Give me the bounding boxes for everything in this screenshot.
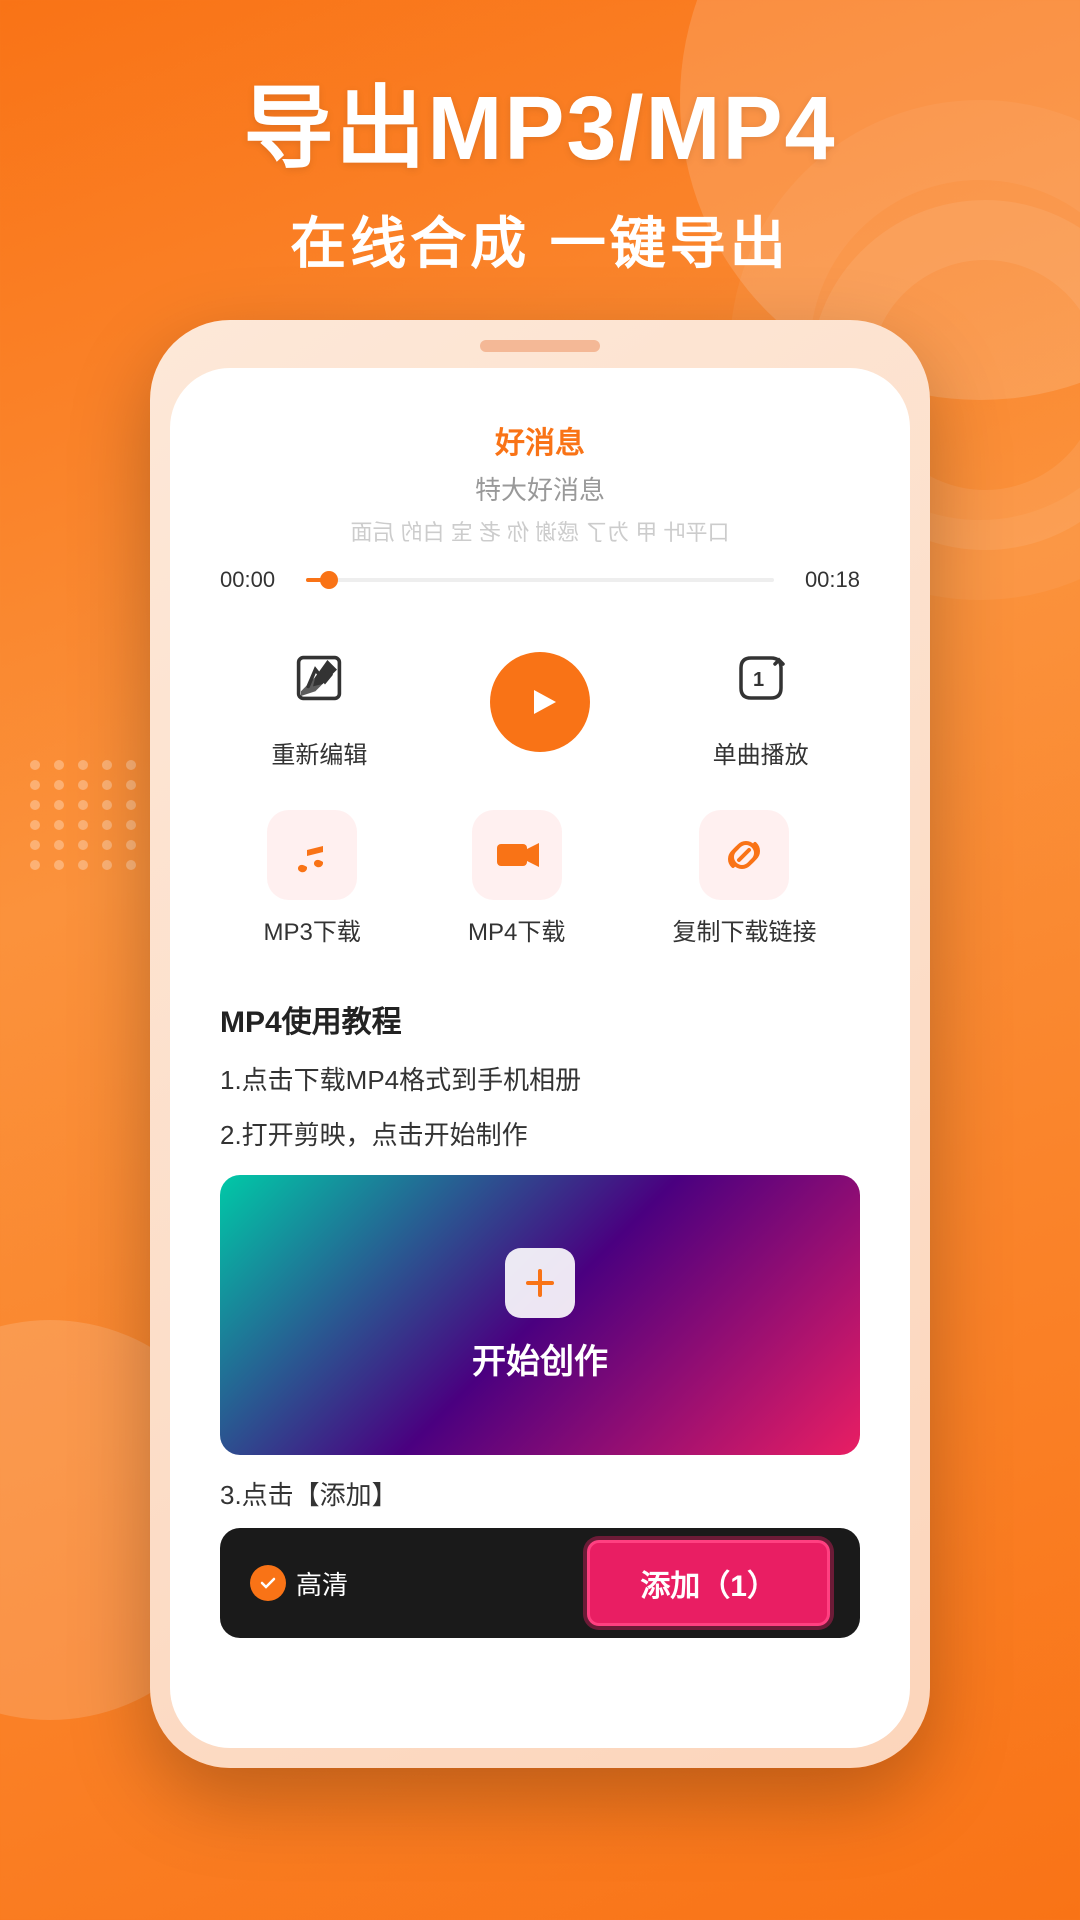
- single-play-action[interactable]: 1 单曲播放: [713, 633, 809, 770]
- copy-link[interactable]: 复制下载链接: [672, 810, 816, 947]
- edit-label: 重新编辑: [271, 735, 367, 770]
- time-end: 00:18: [790, 567, 860, 593]
- copy-link-label: 复制下载链接: [672, 912, 816, 947]
- mp4-icon-bg: [472, 810, 562, 900]
- hd-label: 高清: [296, 1565, 348, 1602]
- tutorial-step-2: 2.打开剪映，点击开始制作: [220, 1116, 860, 1155]
- time-start: 00:00: [220, 567, 290, 593]
- screen-content: 好消息 特大好消息 口平叶 甲 为了 感谢 你 老 宝 白的 后面 00:00 …: [170, 368, 910, 1668]
- phone-screen: 好消息 特大好消息 口平叶 甲 为了 感谢 你 老 宝 白的 后面 00:00 …: [170, 368, 910, 1748]
- download-row: MP3下载 MP4下载: [210, 810, 870, 947]
- mp4-download-label: MP4下载: [468, 912, 565, 947]
- video-thumbnail[interactable]: 开始创作: [220, 1175, 860, 1455]
- mp3-icon-bg: [267, 810, 357, 900]
- music-icon: [287, 830, 337, 880]
- mp3-download-label: MP3下载: [264, 912, 361, 947]
- main-title: 导出MP3/MP4: [60, 80, 1020, 179]
- tutorial-section: MP4使用教程 1.点击下载MP4格式到手机相册 2.打开剪映，点击开始制作 开…: [210, 997, 870, 1638]
- phone-mockup: 好消息 特大好消息 口平叶 甲 为了 感谢 你 老 宝 白的 后面 00:00 …: [150, 320, 930, 1768]
- link-icon: [719, 830, 769, 880]
- svg-text:1: 1: [753, 669, 764, 691]
- play-icon: [518, 680, 562, 724]
- video-create-label: 开始创作: [472, 1334, 608, 1383]
- hd-badge: 高清: [250, 1565, 348, 1602]
- progress-dot: [320, 571, 338, 589]
- progress-track[interactable]: [306, 578, 774, 582]
- edit-icon: [289, 648, 349, 708]
- hd-check-icon: [250, 1565, 286, 1601]
- check-icon: [258, 1573, 278, 1593]
- plus-icon: [520, 1263, 560, 1303]
- single-play-label: 单曲播放: [713, 735, 809, 770]
- video-create-btn: [505, 1248, 575, 1318]
- mp4-download[interactable]: MP4下载: [468, 810, 565, 947]
- dots-pattern: [30, 760, 140, 870]
- tutorial-step-1: 1.点击下载MP4格式到手机相册: [220, 1061, 860, 1100]
- phone-outer: 好消息 特大好消息 口平叶 甲 为了 感谢 你 老 宝 白的 后面 00:00 …: [150, 320, 930, 1768]
- tutorial-step-3: 3.点击【添加】: [220, 1475, 860, 1512]
- news-title: 好消息: [210, 418, 870, 462]
- repeat-one-icon: 1: [731, 648, 791, 708]
- news-subtitle: 特大好消息: [210, 470, 870, 507]
- action-row-1: 重新编辑: [210, 633, 870, 770]
- tutorial-title: MP4使用教程: [220, 997, 860, 1041]
- edit-icon-wrap: [274, 633, 364, 723]
- add-button[interactable]: 添加（1）: [587, 1540, 830, 1626]
- progress-bar-container[interactable]: 00:00 00:18: [210, 567, 870, 593]
- copy-link-icon-bg: [699, 810, 789, 900]
- news-content: 口平叶 甲 为了 感谢 你 老 宝 白的 后面: [210, 515, 870, 547]
- edit-action[interactable]: 重新编辑: [271, 633, 367, 770]
- add-bar: 高清 添加（1）: [220, 1528, 860, 1638]
- play-action[interactable]: [490, 652, 590, 752]
- play-icon-wrap: [490, 652, 590, 752]
- mp3-download[interactable]: MP3下载: [264, 810, 361, 947]
- header-section: 导出MP3/MP4 在线合成 一键导出: [0, 0, 1080, 320]
- video-icon: [492, 830, 542, 880]
- single-play-icon-wrap: 1: [716, 633, 806, 723]
- sub-title: 在线合成 一键导出: [60, 199, 1020, 280]
- phone-notch: [480, 340, 600, 352]
